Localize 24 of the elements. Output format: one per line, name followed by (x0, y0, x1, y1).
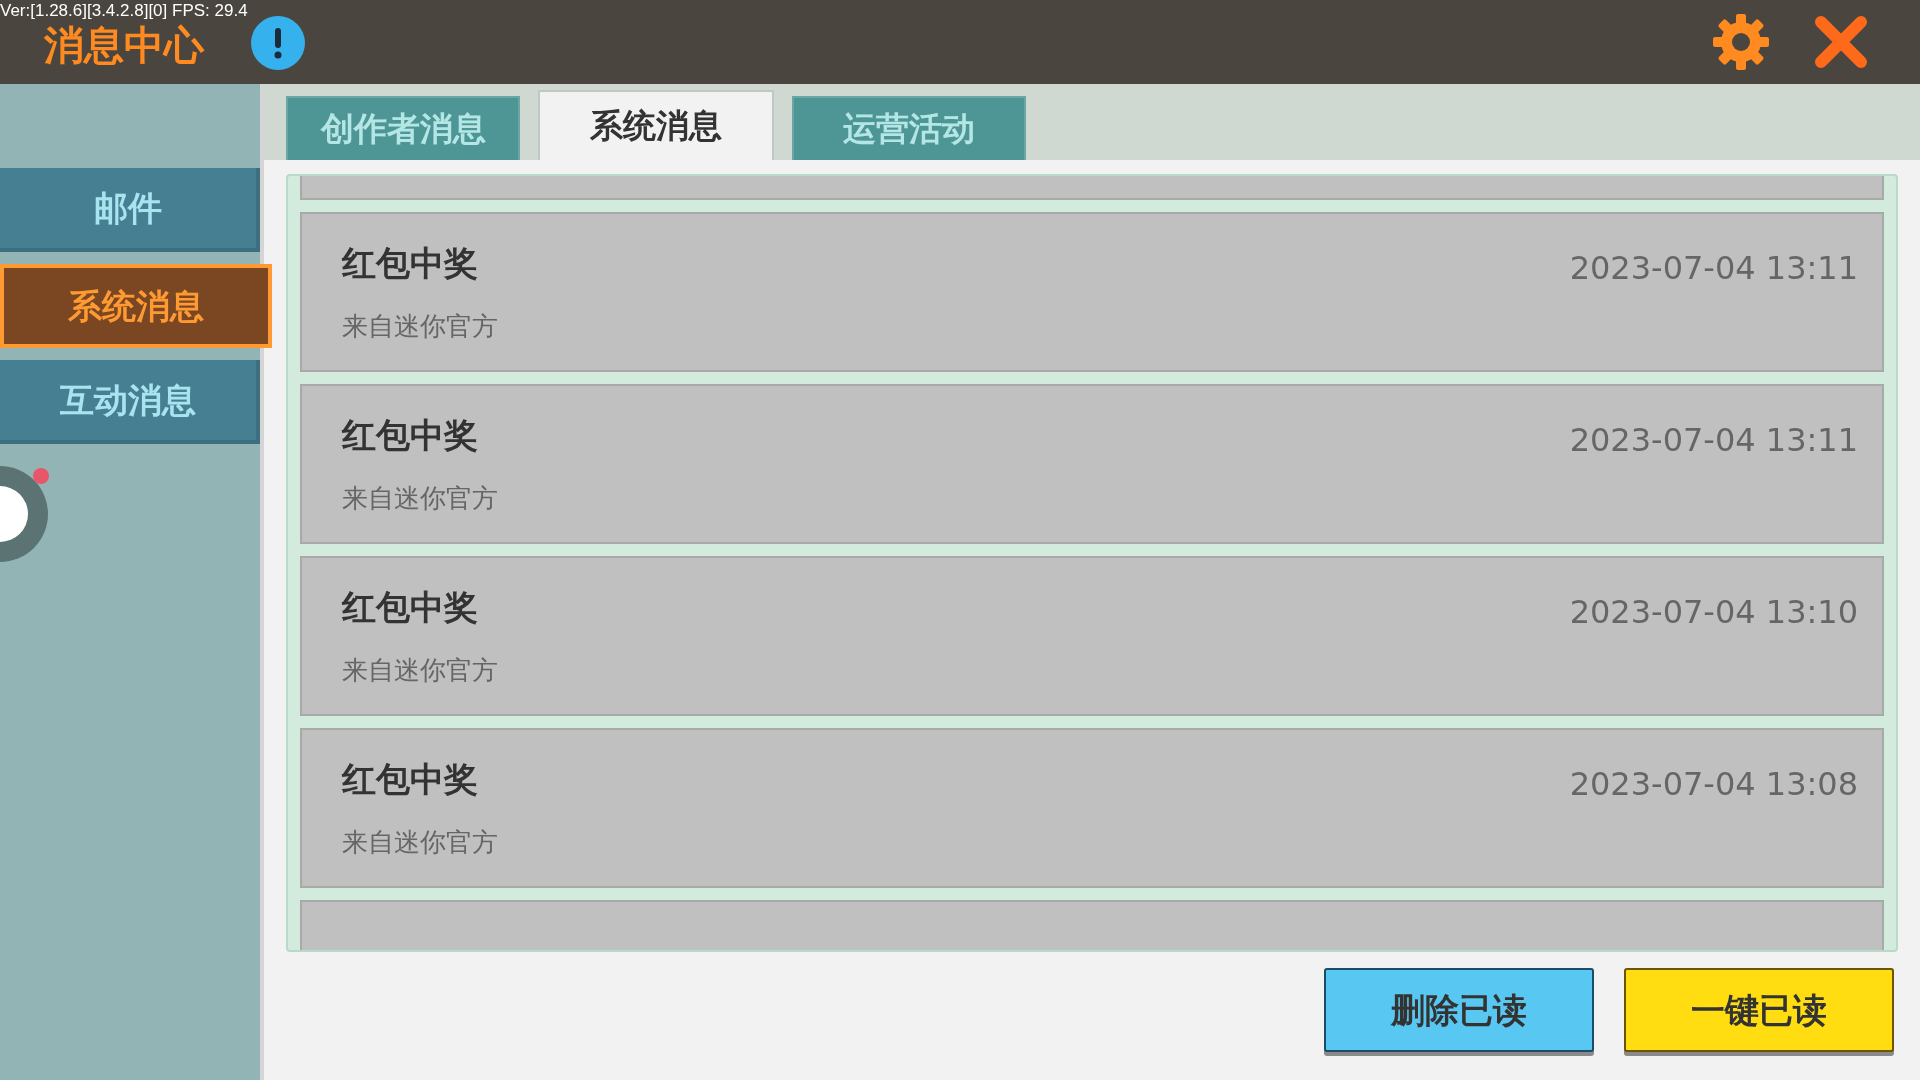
message-title: 红包中奖 (342, 586, 478, 629)
floating-ball-icon (0, 464, 52, 564)
info-icon (250, 15, 306, 71)
gear-icon (1711, 12, 1771, 72)
message-card[interactable]: 红包中奖 来自迷你官方 2023-07-04 13:08 (300, 728, 1884, 888)
message-card[interactable]: 红包中奖 来自迷你官方 2023-07-04 13:11 (300, 212, 1884, 372)
tab[interactable]: 系统消息 (538, 90, 774, 160)
message-card[interactable]: 红包中奖 来自迷你官方 2023-07-04 13:10 (300, 556, 1884, 716)
message-time: 2023-07-04 13:10 (1569, 592, 1858, 633)
message-sender: 来自迷你官方 (342, 654, 498, 687)
window-title: 消息中心 (44, 21, 204, 70)
message-title: 红包中奖 (342, 242, 478, 285)
message-time: 2023-07-04 13:11 (1569, 420, 1858, 461)
message-sender: 来自迷你官方 (342, 310, 498, 343)
message-title: 红包中奖 (342, 758, 478, 801)
message-sender: 来自迷你官方 (342, 482, 498, 515)
message-sender: 来自迷你官方 (342, 826, 498, 859)
close-icon (1813, 14, 1869, 70)
debug-overlay: Ver:[1.28.6][3.4.2.8][0] FPS: 29.4 (0, 0, 248, 22)
sidebar-item[interactable]: 系统消息 (0, 264, 272, 348)
message-time: 2023-07-04 13:11 (1569, 248, 1858, 289)
message-card[interactable]: 红包中奖 来自迷你官方 2023-07-04 13:11 (300, 384, 1884, 544)
message-time: 2023-07-04 13:08 (1569, 764, 1858, 805)
message-title: 红包中奖 (342, 414, 478, 457)
